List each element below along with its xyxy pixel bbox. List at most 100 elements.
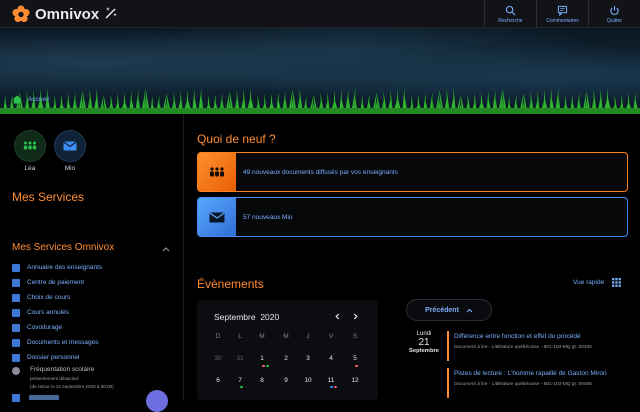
- payment-icon: [12, 278, 20, 287]
- whats-new-title: Quoi de neuf ?: [197, 132, 276, 146]
- sidebar-item-paiement[interactable]: Centre de paiement: [12, 275, 182, 290]
- calendar-day[interactable]: 5: [346, 355, 364, 362]
- sidebar-item-label: Choix de cours: [27, 294, 71, 301]
- sidebar-item-dossier[interactable]: Dossier personnel: [12, 350, 182, 365]
- calendar-event-dot: [240, 386, 243, 388]
- calendar-event-dot: [262, 365, 265, 367]
- magic-wand-icon[interactable]: [104, 6, 118, 20]
- calendar-day[interactable]: 4: [322, 355, 340, 362]
- event-title: Pistes de lecture : L'homme rapaillé de …: [454, 370, 607, 377]
- event-month: Septembre: [409, 348, 439, 354]
- lea-icon: [23, 141, 37, 150]
- search-button[interactable]: Recherche: [484, 0, 536, 28]
- new-documents-card[interactable]: 49 nouveaux documents diffusés par vos e…: [197, 152, 628, 192]
- chevron-up-icon: [466, 308, 473, 312]
- new-documents-text: 49 nouveaux documents diffusés par vos e…: [243, 168, 398, 176]
- calendar-day[interactable]: 10: [299, 377, 317, 384]
- calendar-day[interactable]: 12: [346, 377, 364, 384]
- calendar-event-dot: [355, 365, 358, 367]
- event-title: Différence entre fonction et effet du pr…: [454, 333, 581, 340]
- top-bar: Omnivox Recherche Commentaires Quitter: [0, 0, 640, 28]
- frequentation-title: Fréquentation scolaire: [30, 366, 95, 373]
- sidebar-item-annuaire[interactable]: Annuaire des enseignants: [12, 260, 182, 275]
- calendar-month-year: Septembre 2020: [214, 312, 279, 322]
- calendar-weekday: L: [238, 333, 242, 340]
- events-title: Évènements: [197, 277, 264, 291]
- comments-button[interactable]: Commentaires: [536, 0, 588, 28]
- chevron-up-icon[interactable]: [162, 246, 170, 252]
- event-item[interactable]: Différence entre fonction et effet du pr…: [447, 331, 627, 361]
- event-subtitle: Document à lire - Littérature québécoise…: [454, 382, 592, 387]
- sidebar-item-label: Dossier personnel: [27, 354, 80, 361]
- comment-icon: [557, 5, 568, 16]
- calendar-day[interactable]: 2: [277, 355, 295, 362]
- quit-label: Quitter: [606, 17, 622, 24]
- calendar-day[interactable]: 7: [231, 377, 249, 384]
- quit-button[interactable]: Quitter: [588, 0, 640, 28]
- calendar-day[interactable]: 3: [299, 355, 317, 362]
- new-mio-card[interactable]: 57 nouveaux Mio: [197, 197, 628, 237]
- header-banner: [0, 28, 640, 114]
- calendar-event-dot: [330, 386, 333, 388]
- grid-icon[interactable]: [612, 278, 621, 287]
- home-icon: [12, 95, 22, 104]
- calendar-weekday: M: [259, 333, 265, 340]
- top-navigation: Recherche Commentaires Quitter: [484, 0, 640, 28]
- calendar-day[interactable]: 1: [253, 355, 271, 362]
- previous-button[interactable]: Précédent: [406, 299, 492, 321]
- comments-label: Commentaires: [546, 17, 579, 24]
- calendar-event-dot: [334, 386, 337, 388]
- course-choice-icon: [12, 293, 20, 302]
- calendar-day[interactable]: 11: [322, 377, 340, 384]
- calendar-weekday: J: [306, 333, 310, 340]
- sidebar-item-covoiturage[interactable]: Covoiturage: [12, 320, 182, 335]
- frequentation-status: présentement désactivé: [30, 376, 79, 381]
- calendar-day[interactable]: 31: [231, 355, 249, 362]
- calendar-day[interactable]: 9: [277, 377, 295, 384]
- car-icon: [12, 323, 20, 332]
- power-icon: [610, 5, 619, 15]
- calendar-day[interactable]: 6: [209, 377, 227, 384]
- calendar-year: 2020: [260, 312, 280, 322]
- calendar-weekday: M: [283, 333, 289, 340]
- sidebar-item-choix-cours[interactable]: Choix de cours: [12, 290, 182, 305]
- quick-access-mio[interactable]: Mio: [54, 130, 86, 172]
- calendar: Septembre 2020: [197, 300, 378, 400]
- quick-view-link[interactable]: Vue rapide: [573, 279, 604, 286]
- sidebar-item-documents[interactable]: Documents et messages: [12, 335, 182, 350]
- quick-access-lea[interactable]: Léa: [14, 130, 46, 172]
- calendar-event-dot: [266, 365, 269, 367]
- calendar-selected-day[interactable]: [146, 390, 168, 412]
- sidebar-item-label: Centre de paiement: [27, 279, 85, 286]
- mail-icon: [63, 141, 77, 151]
- sidebar-item-accueil[interactable]: Accueil: [12, 95, 49, 104]
- calendar-day[interactable]: 8: [253, 377, 271, 384]
- my-services-title: Mes Services: [12, 190, 85, 204]
- event-item[interactable]: Pistes de lecture : L'homme rapaillé de …: [447, 368, 627, 398]
- app-name: Omnivox: [35, 5, 100, 23]
- sidebar-item-partial-icon: [12, 394, 20, 402]
- omnivox-logo[interactable]: Omnivox: [12, 4, 99, 24]
- calendar-month: Septembre: [214, 312, 256, 322]
- omnivox-services-list: Annuaire des enseignants Centre de paiem…: [12, 260, 182, 365]
- sidebar-item-partial-label[interactable]: [29, 395, 59, 400]
- frequentation-return: (de retour le 21 septembre 2020 à 00:00): [30, 384, 114, 389]
- calendar-day[interactable]: 30: [209, 355, 227, 362]
- documents-icon: [12, 338, 20, 347]
- event-day: 21: [418, 337, 430, 348]
- sidebar-item-label: Covoiturage: [27, 324, 63, 331]
- chevron-right-icon[interactable]: [352, 313, 359, 320]
- calendar-weekday: S: [352, 333, 358, 340]
- grass-decoration: [0, 88, 640, 114]
- sidebar-item-label: Annuaire des enseignants: [27, 264, 103, 271]
- flower-logo-icon: [12, 5, 30, 23]
- previous-label: Précédent: [425, 306, 459, 314]
- search-label: Recherche: [498, 17, 523, 24]
- folder-icon: [12, 353, 20, 362]
- directory-icon: [12, 263, 20, 272]
- sidebar-item-cours-annules[interactable]: Cours annulés: [12, 305, 182, 320]
- search-icon: [505, 5, 516, 15]
- calendar-weekday: D: [215, 333, 221, 340]
- chevron-left-icon[interactable]: [334, 313, 341, 320]
- quick-label-lea: Léa: [24, 165, 36, 172]
